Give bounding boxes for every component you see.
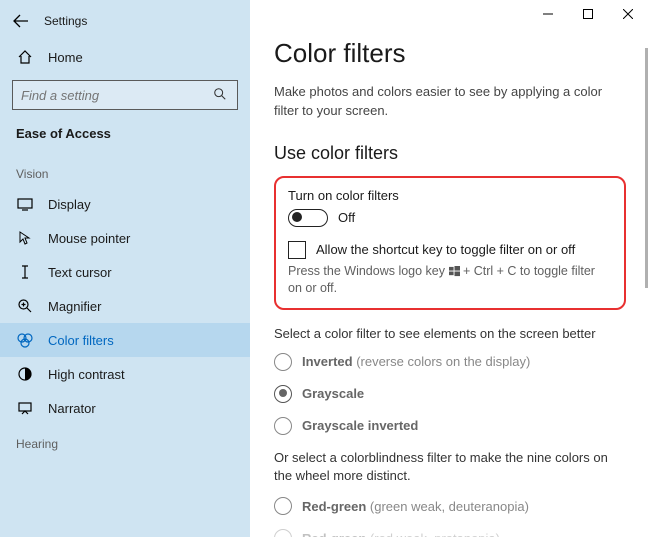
sidebar: Settings Home Ease of Access Vision Disp… bbox=[0, 0, 250, 537]
radio-button[interactable] bbox=[274, 353, 292, 371]
search-field[interactable] bbox=[21, 88, 213, 103]
radio-red-green-deuteranopia[interactable]: Red-green (green weak, deuteranopia) bbox=[274, 497, 626, 515]
sidebar-item-label: Color filters bbox=[48, 333, 114, 348]
sidebar-item-label: Mouse pointer bbox=[48, 231, 130, 246]
magnifier-icon bbox=[16, 297, 34, 315]
display-icon bbox=[16, 195, 34, 213]
sidebar-item-high-contrast[interactable]: High contrast bbox=[0, 357, 250, 391]
home-icon bbox=[16, 48, 34, 66]
text-cursor-icon bbox=[16, 263, 34, 281]
pointer-icon bbox=[16, 229, 34, 247]
group-hearing: Hearing bbox=[0, 425, 250, 457]
section-heading: Use color filters bbox=[274, 143, 626, 164]
shortcut-checkbox-label: Allow the shortcut key to toggle filter … bbox=[316, 242, 575, 257]
page-title: Color filters bbox=[274, 38, 626, 69]
colorblind-intro: Or select a colorblindness filter to mak… bbox=[274, 449, 626, 485]
radio-label: Grayscale inverted bbox=[302, 418, 418, 433]
sidebar-item-magnifier[interactable]: Magnifier bbox=[0, 289, 250, 323]
radio-button[interactable] bbox=[274, 417, 292, 435]
radio-grayscale-inverted[interactable]: Grayscale inverted bbox=[274, 417, 626, 435]
highlighted-section: Turn on color filters Off Allow the shor… bbox=[274, 176, 626, 310]
sidebar-item-mouse-pointer[interactable]: Mouse pointer bbox=[0, 221, 250, 255]
radio-label: Red-green (red weak, protanopia) bbox=[302, 531, 500, 537]
group-vision: Vision bbox=[0, 155, 250, 187]
radio-label: Grayscale bbox=[302, 386, 364, 401]
close-button[interactable] bbox=[608, 0, 648, 28]
back-button[interactable] bbox=[12, 12, 30, 30]
sidebar-item-label: High contrast bbox=[48, 367, 125, 382]
category-label: Ease of Access bbox=[0, 120, 250, 155]
sidebar-item-display[interactable]: Display bbox=[0, 187, 250, 221]
search-icon bbox=[213, 87, 229, 103]
minimize-button[interactable] bbox=[528, 0, 568, 28]
windows-key-icon bbox=[449, 266, 460, 277]
sidebar-item-color-filters[interactable]: Color filters bbox=[0, 323, 250, 357]
radio-red-green-protanopia[interactable]: Red-green (red weak, protanopia) bbox=[274, 529, 626, 537]
app-title: Settings bbox=[44, 14, 87, 28]
filter-select-label: Select a color filter to see elements on… bbox=[274, 326, 626, 341]
radio-grayscale[interactable]: Grayscale bbox=[274, 385, 626, 403]
sidebar-home-label: Home bbox=[48, 50, 83, 65]
high-contrast-icon bbox=[16, 365, 34, 383]
sidebar-item-label: Display bbox=[48, 197, 91, 212]
sidebar-item-narrator[interactable]: Narrator bbox=[0, 391, 250, 425]
color-filters-icon bbox=[16, 331, 34, 349]
sidebar-item-label: Text cursor bbox=[48, 265, 112, 280]
toggle-label: Turn on color filters bbox=[288, 188, 612, 203]
search-input[interactable] bbox=[12, 80, 238, 110]
radio-button[interactable] bbox=[274, 529, 292, 537]
maximize-button[interactable] bbox=[568, 0, 608, 28]
page-description: Make photos and colors easier to see by … bbox=[274, 83, 626, 121]
sidebar-item-text-cursor[interactable]: Text cursor bbox=[0, 255, 250, 289]
toggle-state: Off bbox=[338, 210, 355, 225]
sidebar-home[interactable]: Home bbox=[0, 40, 250, 74]
shortcut-hint: Press the Windows logo key + Ctrl + C to… bbox=[288, 263, 612, 298]
main-content: Color filters Make photos and colors eas… bbox=[250, 0, 648, 537]
radio-label: Inverted (reverse colors on the display) bbox=[302, 354, 530, 369]
sidebar-item-label: Narrator bbox=[48, 401, 96, 416]
radio-button[interactable] bbox=[274, 385, 292, 403]
sidebar-item-label: Magnifier bbox=[48, 299, 101, 314]
radio-inverted[interactable]: Inverted (reverse colors on the display) bbox=[274, 353, 626, 371]
radio-label: Red-green (green weak, deuteranopia) bbox=[302, 499, 529, 514]
narrator-icon bbox=[16, 399, 34, 417]
shortcut-checkbox[interactable] bbox=[288, 241, 306, 259]
radio-button[interactable] bbox=[274, 497, 292, 515]
color-filters-toggle[interactable] bbox=[288, 209, 328, 227]
